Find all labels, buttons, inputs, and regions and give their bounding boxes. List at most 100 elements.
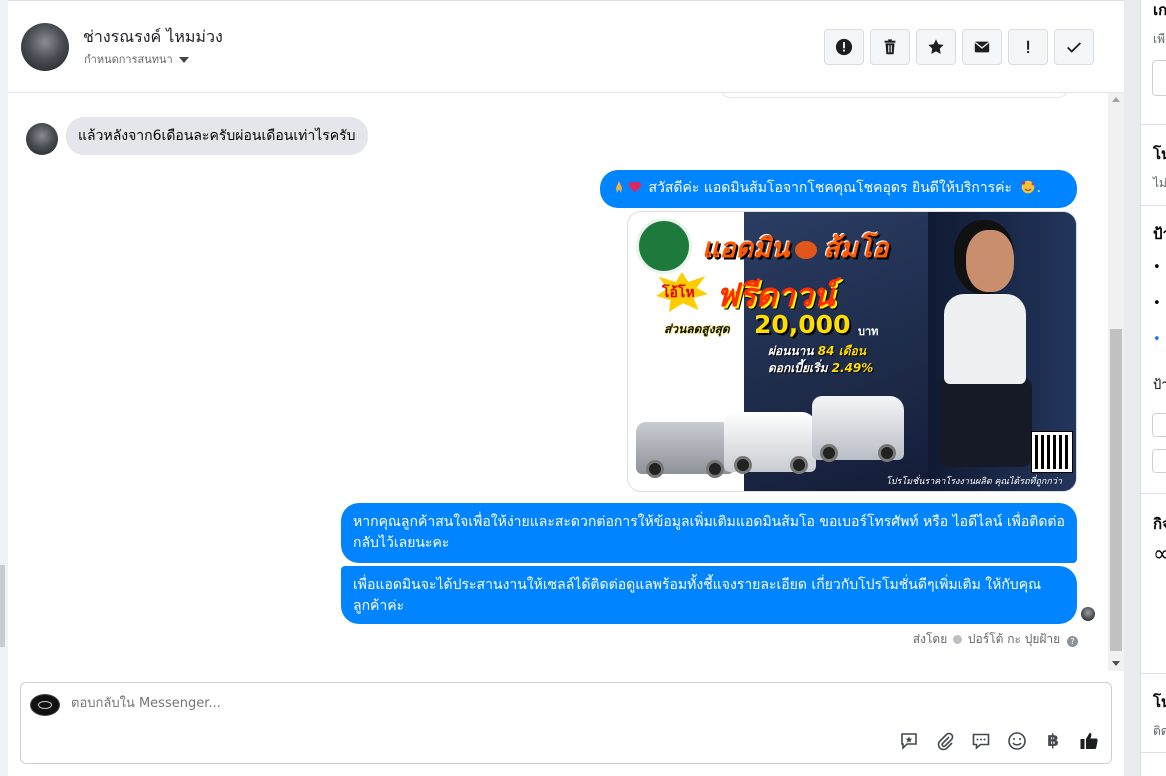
sent-by-info: ส่งโดย ปอร์โต้ กะ ปุยฝ้าย ? <box>913 630 1078 649</box>
outgoing-message-followup[interactable]: เพื่อแอดมินจะได้ประสานงานให้เซลล์ได้ติดต… <box>341 566 1077 624</box>
scroll-down-arrow-icon[interactable] <box>1112 661 1120 666</box>
scroll-up-arrow-icon[interactable] <box>1112 97 1120 102</box>
attach-file-button[interactable] <box>933 729 957 753</box>
mark-done-button[interactable] <box>1054 29 1094 65</box>
panel-divider <box>1124 0 1140 776</box>
left-resize-handle[interactable] <box>0 565 5 647</box>
promo-model-head <box>966 230 1014 292</box>
contact-details-panel: เก เพื โน ไม่ ป้า • • • ป้า กิจ ∝ โน ติด <box>1140 0 1166 776</box>
message-scrollbar[interactable] <box>1108 93 1124 671</box>
notes-subtext-2: ติด <box>1153 724 1166 738</box>
speech-bubble-icon <box>972 733 990 750</box>
sent-by-name[interactable]: ปอร์โต้ กะ ปุยฝ้าย <box>968 632 1060 646</box>
reply-composer: ฿ <box>20 682 1112 764</box>
notes-heading-2: โน <box>1153 693 1166 711</box>
details-subtext: เพื <box>1153 32 1166 46</box>
promo-rate: ดอกเบี้ยเริ่ม 2.49% <box>768 359 873 378</box>
header-actions <box>824 29 1094 65</box>
emoji-icon <box>1008 732 1026 750</box>
outgoing-message-greeting[interactable]: สวัสดีค่ะ แอดมินส้มโอจากโชคคุณโชคอุดร ยิ… <box>600 170 1077 208</box>
promo-term-value: 84 เดือน <box>817 344 866 358</box>
baht-icon: ฿ <box>1047 731 1059 751</box>
like-button[interactable] <box>1077 729 1101 753</box>
label-option-selected[interactable]: • <box>1153 332 1161 347</box>
promo-discount-label: ส่วนลดสูงสุด <box>664 322 730 336</box>
divider <box>1141 124 1166 125</box>
message-list[interactable]: แล้วหลังจาก6เดือนละครับผ่อนเดือนเท่าไรคร… <box>8 93 1108 671</box>
labels-subheading: ป้า <box>1153 378 1166 393</box>
promo-rate-value: 2.49% <box>831 361 874 375</box>
label-checkbox[interactable] <box>1152 413 1166 437</box>
emoji-button[interactable] <box>1005 729 1029 753</box>
contact-avatar[interactable] <box>21 23 69 71</box>
assign-conversation-dropdown[interactable]: กำหนดการสนทนา <box>84 50 189 68</box>
mark-important-button[interactable] <box>1008 29 1048 65</box>
assign-label: กำหนดการสนทนา <box>84 53 173 66</box>
envelope-icon <box>974 41 990 53</box>
promo-title-right: ส้มโอ <box>823 233 889 264</box>
red-heart-icon <box>628 181 642 193</box>
promo-model-shirt <box>944 294 1026 384</box>
contact-message-avatar[interactable] <box>26 123 58 155</box>
delete-button[interactable] <box>870 29 910 65</box>
divider <box>1141 493 1166 494</box>
page-avatar <box>30 694 60 716</box>
incoming-message[interactable]: แล้วหลังจาก6เดือนละครับผ่อนเดือนเท่าไรคร… <box>66 117 368 155</box>
pickup-truck-image <box>724 412 816 474</box>
promo-title: แอดมิน ส้มโอ <box>702 226 888 269</box>
notes-subtext: ไม่ <box>1153 176 1166 190</box>
promo-model-figure <box>940 377 1032 467</box>
divider <box>1141 673 1166 674</box>
greeting-suffix: . <box>1036 180 1041 196</box>
attachment-icon <box>937 732 954 751</box>
activity-heading: กิจ <box>1153 515 1166 533</box>
divider <box>1141 752 1166 753</box>
details-button[interactable] <box>1152 60 1166 96</box>
star-button[interactable] <box>916 29 956 65</box>
left-gutter <box>0 0 8 776</box>
composer-tools: ฿ <box>897 729 1101 753</box>
reply-input[interactable] <box>69 695 873 712</box>
thumbs-up-icon <box>1080 733 1098 750</box>
exclamation-circle-icon <box>835 38 853 56</box>
mark-unread-button[interactable] <box>962 29 1002 65</box>
help-icon[interactable]: ? <box>1067 636 1078 647</box>
promo-burst-text: โอ้โห <box>662 285 695 301</box>
star-icon <box>928 39 944 54</box>
saved-reply-button[interactable] <box>897 729 921 753</box>
dealer-logo-icon <box>636 218 692 274</box>
payment-button[interactable]: ฿ <box>1041 729 1065 753</box>
label-option[interactable]: • <box>1153 260 1161 275</box>
report-spam-button[interactable] <box>824 29 864 65</box>
saved-reply-icon <box>901 733 917 750</box>
sedan-car-image <box>636 422 734 478</box>
label-checkbox[interactable] <box>1152 449 1166 473</box>
labels-heading: ป้า <box>1153 225 1166 243</box>
activity-symbol: ∝ <box>1153 542 1166 567</box>
trash-icon <box>884 39 896 55</box>
conversation-panel: ช่างรณรงค์ ไหมม่วง กำหนดการสนทนา แล้วหลั… <box>8 0 1124 776</box>
promo-title-left: แอดมิน <box>702 233 790 264</box>
folded-hands-icon <box>616 181 622 193</box>
contact-name[interactable]: ช่างรณรงค์ ไหมม่วง <box>83 25 223 50</box>
promo-rate-label: ดอกเบี้ยเริ่ม <box>768 361 828 375</box>
seen-avatar <box>1081 607 1095 621</box>
smiling-hearts-face-icon <box>1021 180 1034 194</box>
label-option[interactable]: • <box>1153 296 1161 311</box>
conversation-header: ช่างรณรงค์ ไหมม่วง กำหนดการสนทนา <box>8 1 1124 93</box>
scroll-thumb[interactable] <box>1110 329 1122 651</box>
notes-heading: โน <box>1153 145 1166 163</box>
divider <box>1141 205 1166 206</box>
quick-reply-button[interactable] <box>969 729 993 753</box>
promo-footer: โปรโมชั่นราคาโรงงานผลิต คุณได้รถที่ถูกกว… <box>886 477 1062 487</box>
promo-image-attachment[interactable]: แอดมิน ส้มโอ โอ้โห ฟรีดาวน์ ส่วนลดสูงสุด … <box>627 211 1077 492</box>
snail-icon <box>795 240 818 259</box>
exclamation-icon <box>1027 40 1030 54</box>
caret-down-icon <box>178 57 189 63</box>
sent-by-label: ส่งโดย <box>912 632 948 646</box>
greeting-text: สวัสดีค่ะ แอดมินส้มโอจากโชคคุณโชคอุดร ยิ… <box>648 180 1013 196</box>
details-heading: เก <box>1153 1 1166 19</box>
outgoing-message-request-contact[interactable]: หากคุณลูกค้าสนใจเพื่อให้ง่ายและสะดวกต่อก… <box>341 503 1077 563</box>
promo-currency: บาท <box>858 325 879 338</box>
check-icon <box>1067 42 1081 53</box>
